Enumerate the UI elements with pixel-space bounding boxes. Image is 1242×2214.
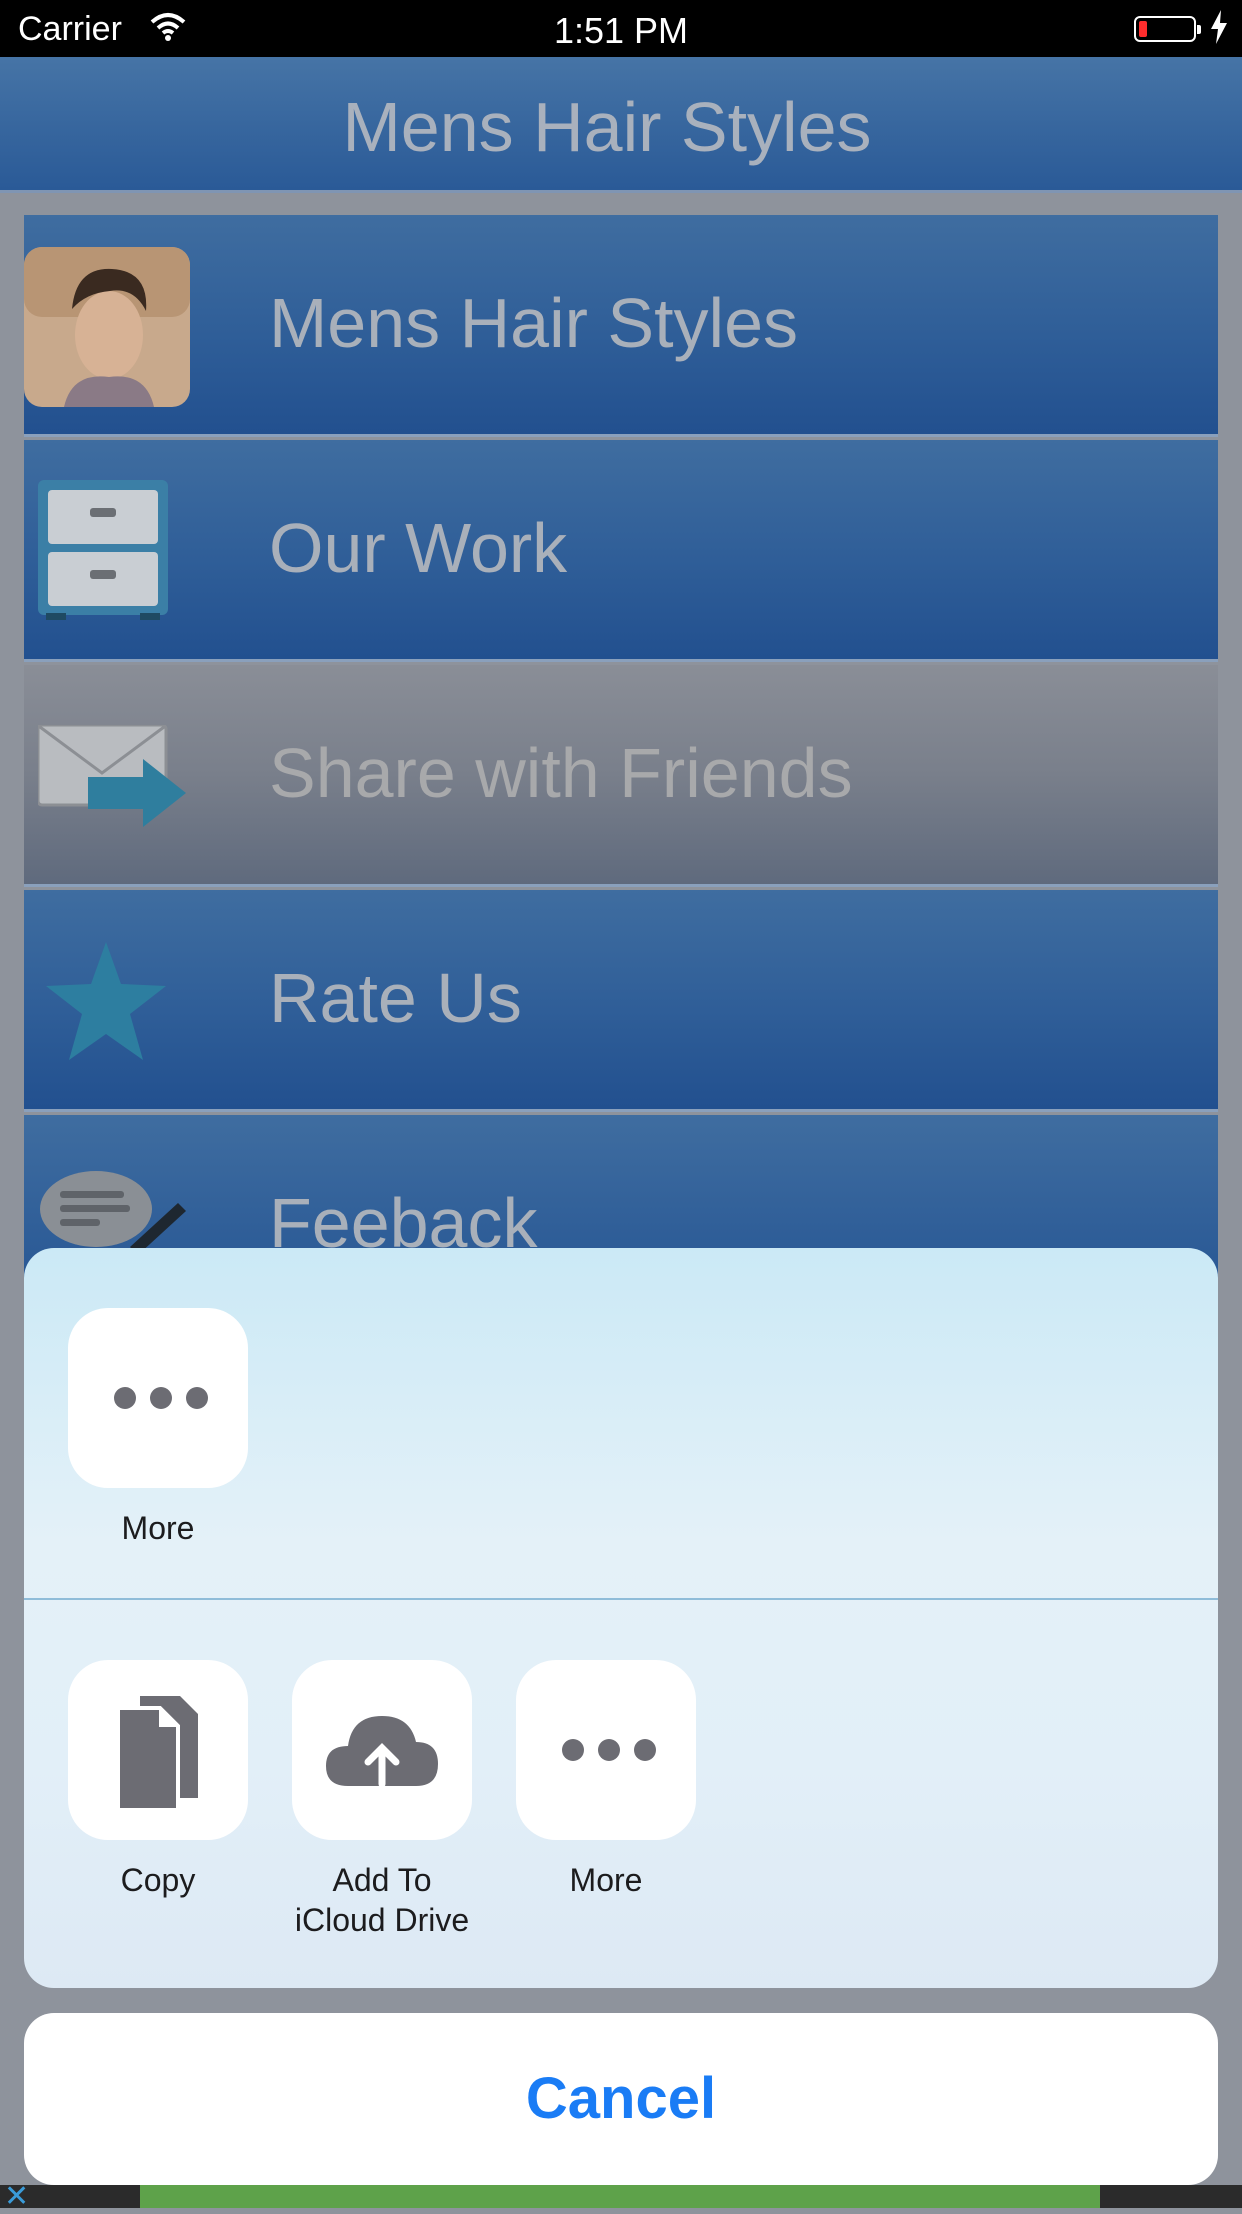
share-action-copy[interactable]: Copy [58, 1660, 258, 1900]
menu-item-share-with-friends[interactable]: Share with Friends [24, 665, 1218, 887]
share-action-label: Copy [120, 1862, 196, 1898]
cabinet-icon [38, 480, 168, 625]
menu-item-mens-hair-styles[interactable]: Mens Hair Styles [24, 215, 1218, 437]
status-bar: Carrier 1:51 PM [0, 0, 1242, 57]
share-action-label: More [121, 1510, 195, 1546]
share-action-add-to-icloud-drive[interactable]: Add To iCloud Drive [282, 1660, 482, 1940]
menu-item-label: Our Work [269, 509, 568, 587]
menu-item-label: Mens Hair Styles [269, 284, 799, 362]
sheet-divider [24, 1598, 1218, 1600]
envelope-share-icon [36, 723, 188, 850]
portrait-icon [24, 247, 190, 412]
more-tile[interactable] [68, 1308, 248, 1488]
more-tile[interactable] [516, 1660, 696, 1840]
copy-icon [116, 1696, 198, 1812]
cancel-button[interactable]: Cancel [24, 2013, 1218, 2185]
star-icon [44, 942, 168, 1067]
menu-item-rate-us[interactable]: Rate Us [24, 890, 1218, 1112]
share-action-label: Add To iCloud Drive [294, 1862, 470, 1938]
charging-icon [1210, 10, 1228, 53]
icloud-tile[interactable] [292, 1660, 472, 1840]
icloud-upload-icon [326, 1716, 438, 1788]
menu-item-label: Rate Us [269, 959, 522, 1037]
ad-banner[interactable]: ✕ [0, 2180, 1242, 2213]
close-ad-icon[interactable]: ✕ [4, 2179, 29, 2214]
share-action-label: More [569, 1862, 643, 1898]
share-sheet: More Copy Add To iCloud Drive More [24, 1248, 1218, 1988]
menu-item-our-work[interactable]: Our Work [24, 440, 1218, 662]
page-title: Mens Hair Styles [342, 88, 872, 166]
share-action-more-top[interactable]: More [58, 1308, 258, 1548]
copy-tile[interactable] [68, 1660, 248, 1840]
menu-list: Mens Hair Styles Our Work Share with Fri [24, 215, 1218, 1340]
share-action-more-bottom[interactable]: More [506, 1660, 706, 1900]
battery-icon [1134, 16, 1201, 42]
clock: 1:51 PM [553, 10, 689, 51]
more-dots-icon [562, 1739, 670, 1766]
menu-item-label: Share with Friends [269, 734, 853, 812]
more-dots-icon [114, 1387, 222, 1414]
navigation-bar: Mens Hair Styles [0, 57, 1242, 193]
ad-image [140, 2185, 1100, 2208]
